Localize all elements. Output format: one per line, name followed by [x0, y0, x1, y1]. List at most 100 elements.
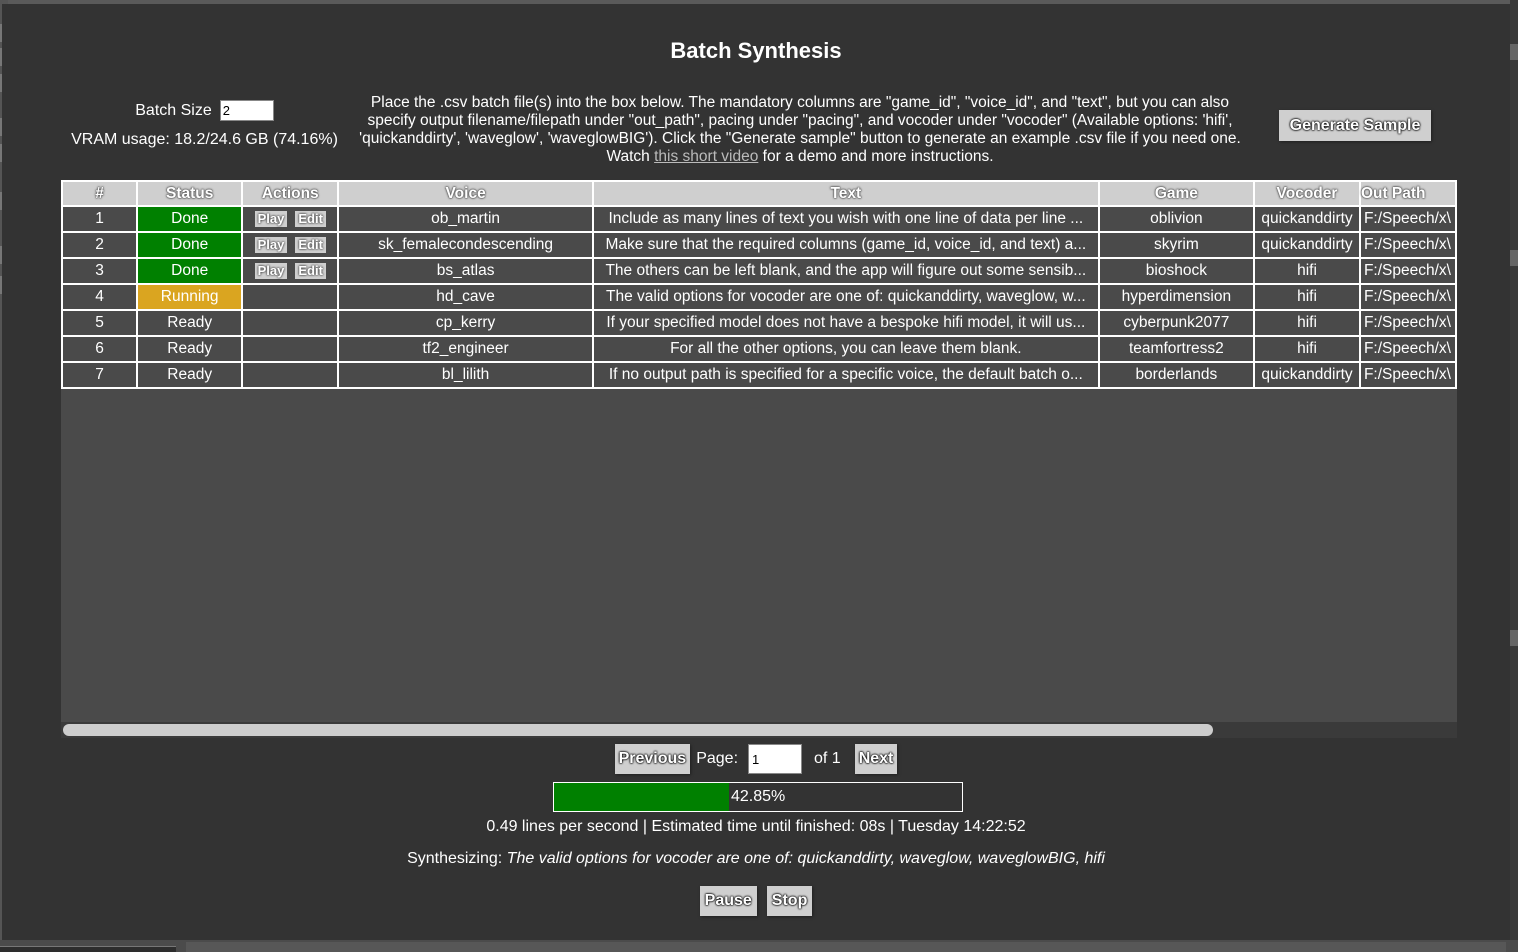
- edit-button[interactable]: Edit: [295, 211, 326, 227]
- game-cell: skyrim: [1097, 231, 1256, 259]
- game-cell: oblivion: [1097, 205, 1256, 233]
- progress-fill: [554, 783, 729, 811]
- column-header-text[interactable]: Text: [591, 180, 1100, 207]
- row-number: 1: [61, 205, 139, 233]
- page-number-input[interactable]: [748, 744, 803, 774]
- voice-cell: sk_femalecondescending: [337, 231, 594, 259]
- text-cell: For all the other options, you can leave…: [591, 335, 1100, 363]
- table-row[interactable]: 7 Ready bl_lilith If no output path is spec…: [61, 361, 1457, 389]
- voice-cell: bs_atlas: [337, 257, 594, 285]
- stop-button[interactable]: Stop: [766, 886, 813, 916]
- previous-page-button[interactable]: Previous: [614, 744, 691, 774]
- table-row[interactable]: 2 Done Play Edit sk_femalecondescending Make …: [61, 231, 1457, 259]
- row-actions: Play Edit: [241, 231, 340, 259]
- out-path-cell: F:/Speech/x\: [1358, 205, 1457, 233]
- game-cell: borderlands: [1097, 361, 1256, 389]
- out-path-cell: F:/Speech/x\: [1358, 361, 1457, 389]
- table-row[interactable]: 1 Done Play Edit ob_martin Include as many li…: [61, 205, 1457, 233]
- page-count: of 1: [814, 750, 841, 767]
- out-path-cell: F:/Speech/x\: [1358, 309, 1457, 337]
- vocoder-cell: quickanddirty: [1253, 205, 1361, 233]
- batch-size-input[interactable]: [219, 100, 274, 121]
- vocoder-cell: quickanddirty: [1253, 231, 1361, 259]
- next-page-button[interactable]: Next: [854, 744, 898, 774]
- row-number: 2: [61, 231, 139, 259]
- column-header-actions[interactable]: Actions: [241, 180, 340, 207]
- row-number: 6: [61, 335, 139, 363]
- progress-bar: 42.85%: [553, 782, 963, 812]
- generate-sample-button[interactable]: Generate Sample: [1279, 110, 1431, 141]
- batch-settings: Batch Size VRAM usage: 18.2/24.6 GB (74.…: [62, 100, 347, 149]
- row-actions: [241, 309, 340, 337]
- table-row[interactable]: 4 Running hd_cave The valid options for voc…: [61, 283, 1457, 311]
- vocoder-cell: hifi: [1253, 283, 1361, 311]
- play-button[interactable]: Play: [254, 211, 288, 227]
- batch-table-container: # Status Actions Voice Text Game Vocoder…: [61, 180, 1457, 738]
- table-row[interactable]: 6 Ready tf2_engineer For all the other opti…: [61, 335, 1457, 363]
- row-number: 5: [61, 309, 139, 337]
- background-panel-item: [1510, 44, 1518, 60]
- row-actions: [241, 361, 340, 389]
- status-badge: Ready: [136, 335, 244, 363]
- edit-button[interactable]: Edit: [295, 263, 326, 279]
- background-panel-item: [1510, 250, 1518, 266]
- table-row[interactable]: 3 Done Play Edit bs_atlas The others can be l…: [61, 257, 1457, 285]
- background-bottom-segment: [0, 946, 176, 952]
- row-number: 7: [61, 361, 139, 389]
- column-header-game[interactable]: Game: [1097, 180, 1256, 207]
- pagination: Previous Page: of 1 Next: [2, 744, 1510, 774]
- play-button[interactable]: Play: [254, 237, 288, 253]
- column-header-out-path[interactable]: Out Path: [1358, 180, 1457, 207]
- row-number: 4: [61, 283, 139, 311]
- status-badge: Done: [136, 231, 244, 259]
- table-horizontal-scrollbar[interactable]: [61, 722, 1457, 738]
- out-path-cell: F:/Speech/x\: [1358, 283, 1457, 311]
- edit-button[interactable]: Edit: [295, 237, 326, 253]
- table-header-row: # Status Actions Voice Text Game Vocoder…: [61, 180, 1457, 207]
- scrollbar-thumb[interactable]: [63, 724, 1213, 736]
- background-right-panel: [1510, 0, 1518, 952]
- play-button[interactable]: Play: [254, 263, 288, 279]
- column-header-vocoder[interactable]: Vocoder: [1253, 180, 1361, 207]
- table-row[interactable]: 5 Ready cp_kerry If your specified model do…: [61, 309, 1457, 337]
- batch-table: # Status Actions Voice Text Game Vocoder…: [61, 180, 1457, 389]
- vocoder-cell: quickanddirty: [1253, 361, 1361, 389]
- synthesis-controls: Pause Stop: [2, 886, 1510, 916]
- progress-label: 42.85%: [731, 788, 786, 805]
- text-cell: The valid options for vocoder are one of…: [591, 283, 1100, 311]
- table-body: 1 Done Play Edit ob_martin Include as many li…: [61, 205, 1457, 389]
- instructions-tail: for a demo and more instructions.: [758, 148, 994, 165]
- vocoder-cell: hifi: [1253, 335, 1361, 363]
- game-cell: bioshock: [1097, 257, 1256, 285]
- instructions-text: Place the .csv batch file(s) into the bo…: [350, 94, 1250, 166]
- status-badge: Done: [136, 257, 244, 285]
- background-bottom-segment: [186, 942, 1506, 952]
- out-path-cell: F:/Speech/x\: [1358, 335, 1457, 363]
- out-path-cell: F:/Speech/x\: [1358, 231, 1457, 259]
- synthesizing-label: Synthesizing:: [407, 850, 507, 867]
- game-cell: cyberpunk2077: [1097, 309, 1256, 337]
- status-badge: Running: [136, 283, 244, 311]
- text-cell: The others can be left blank, and the ap…: [591, 257, 1100, 285]
- status-badge: Done: [136, 205, 244, 233]
- synthesizing-text: The valid options for vocoder are one of…: [506, 850, 1105, 867]
- synthesis-stats: 0.49 lines per second | Estimated time u…: [486, 818, 1026, 835]
- column-header-status[interactable]: Status: [136, 180, 244, 207]
- column-header-voice[interactable]: Voice: [337, 180, 594, 207]
- short-video-link[interactable]: this short video: [654, 148, 758, 165]
- row-actions: [241, 283, 340, 311]
- out-path-cell: F:/Speech/x\: [1358, 257, 1457, 285]
- vocoder-cell: hifi: [1253, 257, 1361, 285]
- page-label: Page:: [696, 750, 739, 767]
- game-cell: teamfortress2: [1097, 335, 1256, 363]
- vram-usage: VRAM usage: 18.2/24.6 GB (74.16%): [71, 131, 338, 148]
- row-actions: [241, 335, 340, 363]
- text-cell: If no output path is specified for a spe…: [591, 361, 1100, 389]
- synthesizing-status: Synthesizing: The valid options for voco…: [2, 850, 1510, 868]
- pause-button[interactable]: Pause: [699, 886, 757, 916]
- column-header-number[interactable]: #: [61, 180, 139, 207]
- vocoder-cell: hifi: [1253, 309, 1361, 337]
- text-cell: If your specified model does not have a …: [591, 309, 1100, 337]
- background-panel-item: [1510, 630, 1518, 646]
- row-actions: Play Edit: [241, 205, 340, 233]
